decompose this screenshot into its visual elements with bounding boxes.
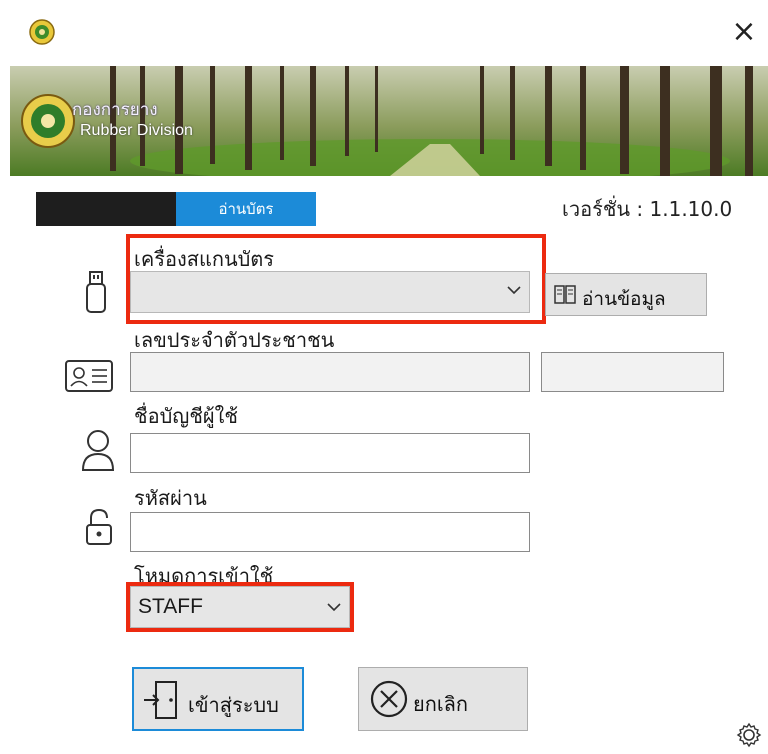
lock-icon <box>84 507 114 551</box>
username-label: ชื่อบัญชีผู้ใช้ <box>134 404 238 428</box>
banner-title-thai: กองการยาง <box>72 100 158 119</box>
password-label: รหัสผ่าน <box>134 486 207 510</box>
door-exit-icon <box>142 679 182 725</box>
title-bar <box>0 0 768 64</box>
read-data-label: อ่านข้อมูล <box>582 288 666 310</box>
version-label: เวอร์ชั่น : 1.1.10.0 <box>562 197 733 221</box>
banner-title-english: Rubber Division <box>80 122 193 139</box>
id-card-icon <box>64 359 114 397</box>
tab-read-card[interactable]: อ่านบัตร <box>176 192 316 226</box>
chevron-down-icon <box>507 282 521 301</box>
login-button[interactable]: เข้าสู่ระบบ <box>132 667 304 731</box>
user-icon <box>80 428 116 476</box>
id-card-extra-field[interactable] <box>541 352 724 392</box>
read-data-button[interactable]: อ่านข้อมูล <box>545 273 707 316</box>
usb-drive-icon <box>84 270 108 316</box>
password-input[interactable] <box>130 512 530 552</box>
chevron-down-icon <box>327 599 341 618</box>
book-icon <box>554 284 576 310</box>
username-input[interactable] <box>130 433 530 473</box>
id-card-number-field[interactable] <box>130 352 530 392</box>
close-icon[interactable]: × <box>726 14 762 50</box>
app-emblem-icon <box>28 18 56 46</box>
cancel-circle-icon <box>369 679 409 723</box>
mode-select-value: STAFF <box>138 595 203 618</box>
mode-select[interactable]: STAFF <box>130 586 350 628</box>
cancel-button[interactable]: ยกเลิก <box>358 667 528 731</box>
cancel-label: ยกเลิก <box>413 692 469 716</box>
login-label: เข้าสู่ระบบ <box>188 693 279 717</box>
gear-icon[interactable] <box>736 722 762 752</box>
scanner-select[interactable] <box>130 271 530 313</box>
